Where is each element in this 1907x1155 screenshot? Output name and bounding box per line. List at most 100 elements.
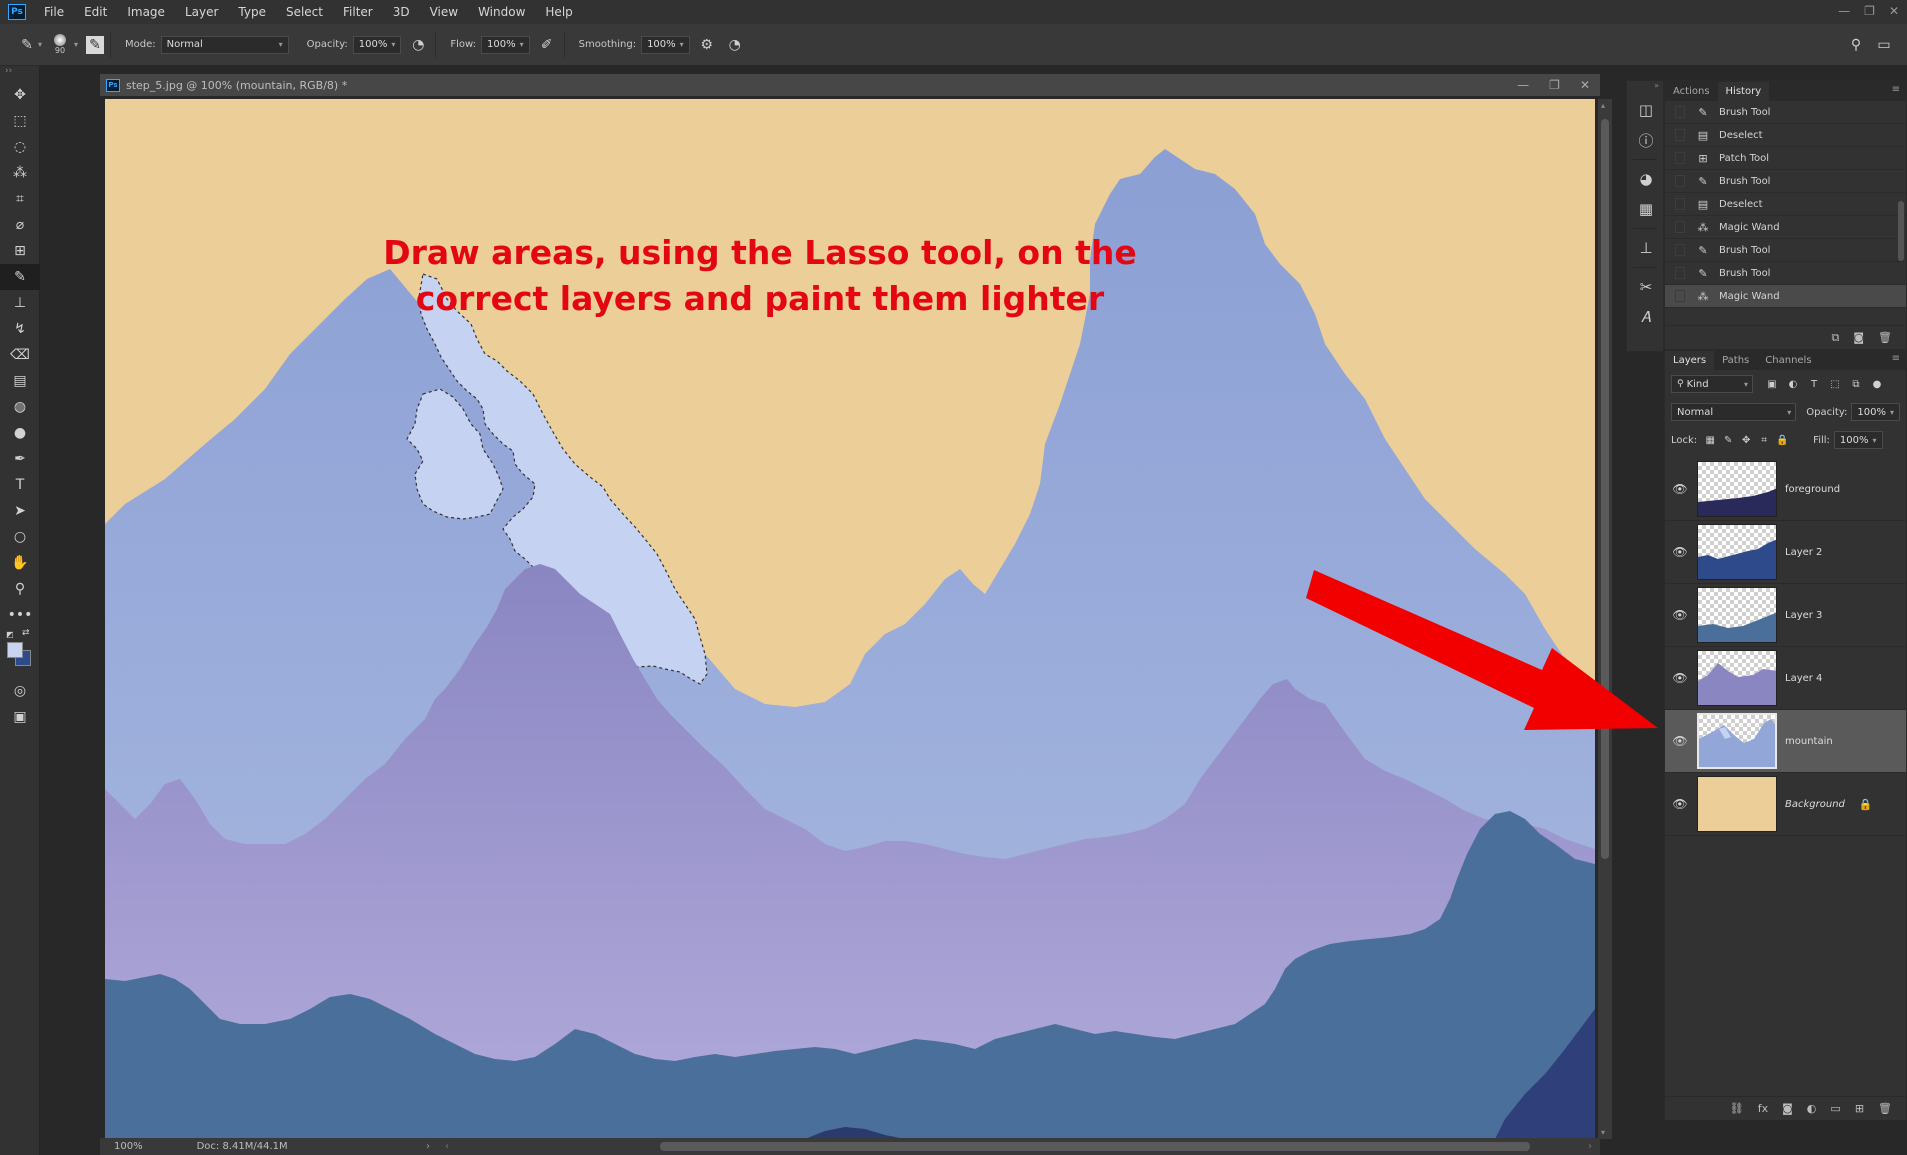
lock-icon[interactable]: 🔒 xyxy=(1859,798,1873,811)
layer-row[interactable]: 👁 Layer 4 xyxy=(1665,647,1906,710)
history-scrollbar[interactable] xyxy=(1898,201,1904,261)
pressure-size-icon[interactable]: ◔ xyxy=(724,34,746,56)
adjustment-layer-icon[interactable]: ◐ xyxy=(1807,1102,1817,1115)
pen-tool-icon[interactable]: ✒ xyxy=(0,446,40,472)
history-brush-source-box[interactable] xyxy=(1675,106,1685,118)
visibility-eye-icon[interactable]: 👁 xyxy=(1665,797,1695,811)
screen-mode-icon[interactable]: ▣ xyxy=(0,704,40,730)
vertical-scroll-thumb[interactable] xyxy=(1601,119,1609,859)
filter-adjustment-icon[interactable]: ◐ xyxy=(1784,379,1802,390)
layer-name[interactable]: Layer 4 xyxy=(1785,673,1822,684)
brush-size-picker[interactable]: 90 xyxy=(54,34,67,55)
layer-name[interactable]: mountain xyxy=(1785,736,1833,747)
menu-edit[interactable]: Edit xyxy=(74,0,117,24)
new-document-from-state-icon[interactable]: ⧉ xyxy=(1831,331,1839,345)
search-icon[interactable]: ⚲ xyxy=(1845,34,1867,56)
filter-smart-object-icon[interactable]: ⧉ xyxy=(1847,379,1865,390)
camera-snapshot-icon[interactable]: ◙ xyxy=(1853,331,1864,344)
tab-layers[interactable]: Layers xyxy=(1665,351,1715,370)
history-state[interactable]: ✎ Brush Tool xyxy=(1665,101,1906,124)
lock-transparency-icon[interactable]: ▦ xyxy=(1701,435,1719,446)
layer-name[interactable]: Layer 2 xyxy=(1785,547,1822,558)
history-state[interactable]: ⊞ Patch Tool xyxy=(1665,147,1906,170)
canvas[interactable]: Draw areas, using the Lasso tool, on the… xyxy=(105,99,1595,1139)
history-brush-source-box[interactable] xyxy=(1675,175,1685,187)
add-mask-icon[interactable]: ◙ xyxy=(1782,1102,1793,1115)
hand-tool-icon[interactable]: ✋ xyxy=(0,550,40,576)
scroll-down-icon[interactable]: ▾ xyxy=(1601,1128,1605,1137)
tab-actions[interactable]: Actions xyxy=(1665,82,1718,101)
more-tools-icon[interactable]: ••• xyxy=(0,602,40,628)
filter-shape-icon[interactable]: ⬚ xyxy=(1826,379,1844,390)
layer-style-fx-icon[interactable]: fx xyxy=(1758,1102,1768,1115)
opacity-field[interactable]: 100% ▾ xyxy=(352,35,402,54)
menu-window[interactable]: Window xyxy=(468,0,535,24)
history-brush-source-box[interactable] xyxy=(1675,152,1685,164)
layer-thumbnail[interactable] xyxy=(1697,776,1777,832)
clone-source-icon[interactable]: ⊥ xyxy=(1627,233,1665,263)
pressure-opacity-icon[interactable]: ◔ xyxy=(407,34,429,56)
filter-type-icon[interactable]: T xyxy=(1805,379,1823,390)
window-restore-button[interactable]: ❐ xyxy=(1864,0,1875,22)
zoom-level[interactable]: 100% xyxy=(114,1141,143,1152)
history-brush-source-box[interactable] xyxy=(1675,290,1685,302)
history-state[interactable]: ✎ Brush Tool xyxy=(1665,170,1906,193)
history-brush-source-box[interactable] xyxy=(1675,129,1685,141)
visibility-eye-icon[interactable]: 👁 xyxy=(1665,671,1695,685)
scroll-left-icon[interactable]: ‹ xyxy=(445,1141,449,1152)
layer-row[interactable]: 👁 Layer 3 xyxy=(1665,584,1906,647)
horizontal-scroll-thumb[interactable] xyxy=(660,1142,1530,1151)
menu-file[interactable]: File xyxy=(34,0,74,24)
layer-filter-dropdown[interactable]: ⚲ Kind ▾ xyxy=(1671,375,1753,393)
blend-mode-dropdown[interactable]: Normal ▾ xyxy=(1671,403,1797,421)
properties-icon[interactable]: ◫ xyxy=(1627,95,1665,125)
history-state[interactable]: ⁂ Magic Wand xyxy=(1665,216,1906,239)
layer-name[interactable]: Background xyxy=(1785,799,1845,810)
ellipse-tool-icon[interactable]: ○ xyxy=(0,524,40,550)
tab-history[interactable]: History xyxy=(1717,82,1770,101)
new-layer-icon[interactable]: ⊞ xyxy=(1855,1102,1864,1115)
flow-field[interactable]: 100% ▾ xyxy=(481,35,530,54)
patch-tool-icon[interactable]: ⊞ xyxy=(0,238,40,264)
layer-thumbnail[interactable] xyxy=(1697,587,1777,643)
history-brush-source-box[interactable] xyxy=(1675,198,1685,210)
history-brush-source-box[interactable] xyxy=(1675,267,1685,279)
layer-name[interactable]: foreground xyxy=(1785,484,1840,495)
default-colors-icon[interactable]: ◩ xyxy=(6,630,14,639)
quick-mask-icon[interactable]: ◎ xyxy=(0,678,40,704)
document-tab[interactable]: Ps step_5.jpg @ 100% (mountain, RGB/8) *… xyxy=(100,74,1600,96)
lock-position-icon[interactable]: ✥ xyxy=(1737,435,1755,446)
brush-preset-icon[interactable]: ✎ xyxy=(16,34,38,56)
brush-chevron-down-icon[interactable]: ▾ xyxy=(74,40,78,49)
visibility-eye-icon[interactable]: 👁 xyxy=(1665,545,1695,559)
history-brush-tool-icon[interactable]: ↯ xyxy=(0,316,40,342)
history-state[interactable]: ✎ Brush Tool xyxy=(1665,239,1906,262)
layer-row[interactable]: 👁 Layer 2 xyxy=(1665,521,1906,584)
trash-icon[interactable]: 🗑 xyxy=(1878,331,1892,344)
history-state[interactable]: ▤ Deselect xyxy=(1665,193,1906,216)
lasso-tool-icon[interactable]: ◌ xyxy=(0,134,40,160)
layer-row[interactable]: 👁 Background 🔒 xyxy=(1665,773,1906,836)
link-layers-icon[interactable]: ⛓ xyxy=(1730,1102,1744,1115)
history-state[interactable]: ⁂ Magic Wand xyxy=(1665,285,1906,308)
menu-help[interactable]: Help xyxy=(535,0,582,24)
vertical-scrollbar[interactable]: ▴ ▾ xyxy=(1598,99,1612,1139)
layer-row[interactable]: 👁 foreground xyxy=(1665,458,1906,521)
gradient-tool-icon[interactable]: ▤ xyxy=(0,368,40,394)
menu-filter[interactable]: Filter xyxy=(333,0,383,24)
zoom-tool-icon[interactable]: ⚲ xyxy=(0,576,40,602)
history-state[interactable]: ▤ Deselect xyxy=(1665,124,1906,147)
doc-minimize-button[interactable]: — xyxy=(1517,74,1529,96)
menu-3d[interactable]: 3D xyxy=(383,0,420,24)
scroll-up-icon[interactable]: ▴ xyxy=(1601,101,1605,110)
dodge-tool-icon[interactable]: ● xyxy=(0,420,40,446)
tab-paths[interactable]: Paths xyxy=(1714,351,1757,370)
new-group-folder-icon[interactable]: ▭ xyxy=(1830,1102,1840,1115)
gear-icon[interactable]: ⚙ xyxy=(696,34,718,56)
brush-tool-icon[interactable]: ✎ xyxy=(0,264,40,290)
crop-tool-icon[interactable]: ⌗ xyxy=(0,186,40,212)
brush-settings-icon[interactable]: ✎ xyxy=(86,35,105,54)
info-icon[interactable]: ⓘ xyxy=(1627,125,1665,155)
eyedropper-tool-icon[interactable]: ⌀ xyxy=(0,212,40,238)
airbrush-icon[interactable]: ✐ xyxy=(536,34,558,56)
